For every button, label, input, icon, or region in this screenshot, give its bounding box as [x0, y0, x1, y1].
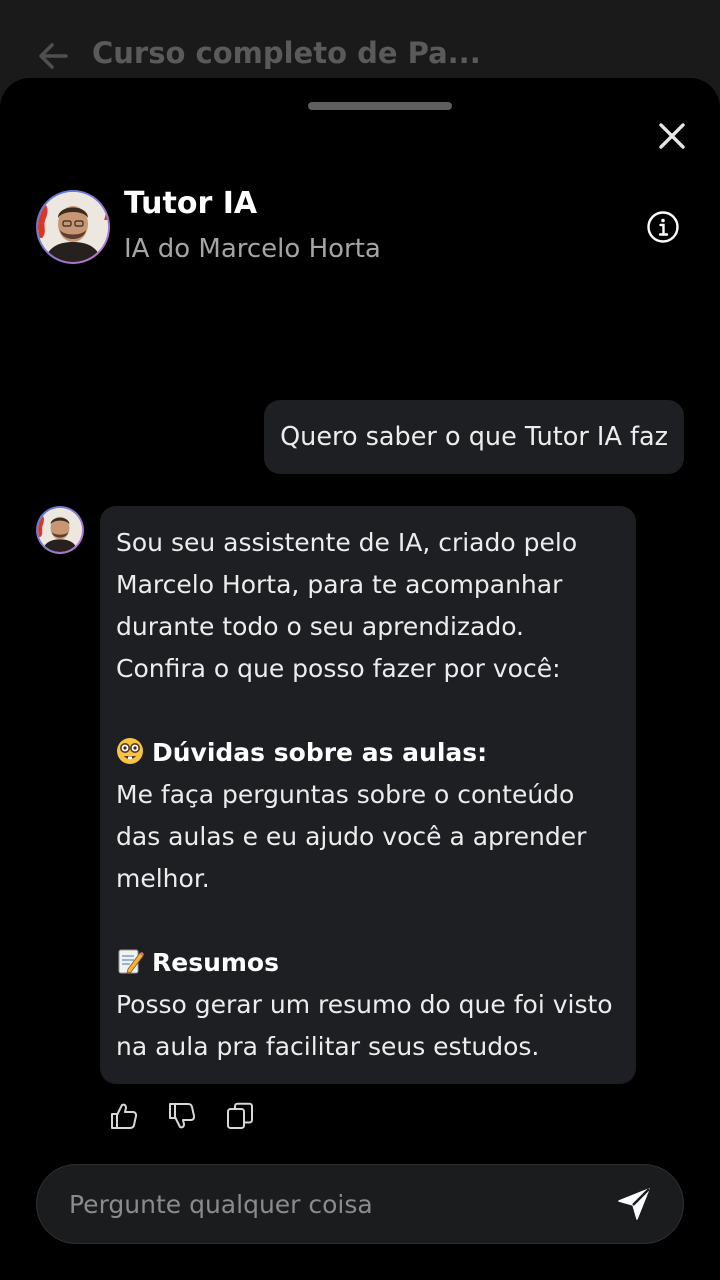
section-heading-doubts: Dúvidas sobre as aulas:: [152, 738, 488, 767]
section-heading-summaries: Resumos: [152, 948, 279, 977]
sheet-drag-handle[interactable]: [308, 102, 452, 110]
tutor-avatar: [36, 190, 110, 264]
section-line: Me faça perguntas sobre o conteúdo: [116, 780, 575, 809]
nerd-face-icon: [117, 738, 143, 764]
tutor-bottom-sheet: Tutor IA IA do Marcelo Horta Quero saber…: [0, 78, 720, 1280]
memo-icon: [118, 949, 144, 974]
ai-intro-line: Sou seu assistente de IA, criado pelo: [116, 528, 578, 557]
close-icon[interactable]: [652, 116, 692, 156]
copy-icon[interactable]: [224, 1100, 256, 1132]
ai-message: Sou seu assistente de IA, criado pelo Ma…: [100, 506, 636, 1084]
send-icon[interactable]: [615, 1183, 655, 1223]
message-composer: [36, 1164, 684, 1244]
tutor-subtitle: IA do Marcelo Horta: [124, 234, 381, 264]
back-arrow-icon[interactable]: [36, 38, 72, 74]
ai-intro-line: Confira o que posso fazer por você:: [116, 654, 561, 683]
section-line: Posso gerar um resumo do que foi visto: [116, 990, 613, 1019]
ai-message-avatar: [36, 506, 84, 554]
message-input[interactable]: [67, 1165, 591, 1244]
info-icon[interactable]: [646, 210, 680, 244]
ai-intro-line: Marcelo Horta, para te acompanhar: [116, 570, 563, 599]
message-actions: [108, 1100, 256, 1132]
course-title: Curso completo de Pa...: [92, 36, 481, 70]
section-line: das aulas e eu ajudo você a aprender: [116, 822, 587, 851]
user-message: Quero saber o que Tutor IA faz: [264, 400, 684, 474]
tutor-name: Tutor IA: [124, 186, 258, 221]
user-message-text: Quero saber o que Tutor IA faz: [280, 422, 668, 452]
thumbs-up-icon[interactable]: [108, 1100, 140, 1132]
ai-intro-line: durante todo o seu aprendizado.: [116, 612, 525, 641]
section-line: melhor.: [116, 864, 210, 893]
thumbs-down-icon[interactable]: [166, 1100, 198, 1132]
section-line: na aula pra facilitar seus estudos.: [116, 1032, 540, 1061]
